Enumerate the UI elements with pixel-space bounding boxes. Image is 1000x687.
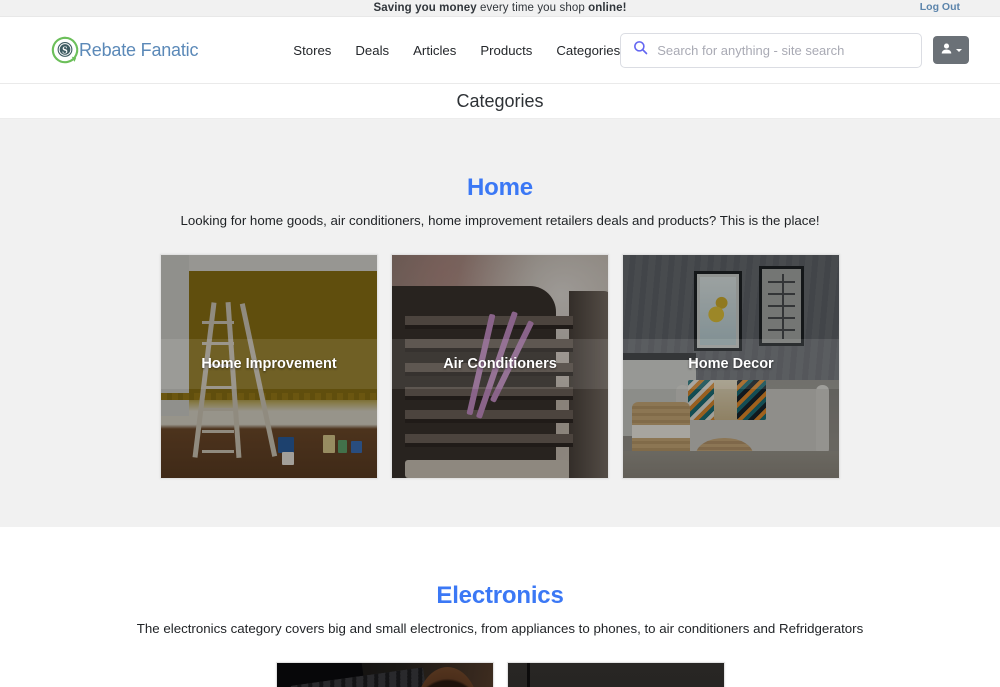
category-card-home-decor[interactable]: Home Decor — [622, 254, 840, 479]
section-description-home: Looking for home goods, air conditioners… — [180, 213, 820, 228]
site-logo[interactable]: S Rebate Fanatic — [50, 35, 201, 65]
nav-item-categories[interactable]: Categories — [556, 43, 620, 58]
announcement-bold-start: Saving you money — [373, 2, 477, 14]
section-heading-electronics: Electronics — [436, 582, 564, 609]
site-header: S Rebate Fanatic Stores Deals Articles P… — [0, 17, 1000, 84]
category-card-label: Home Improvement — [201, 356, 337, 372]
header-right-group — [620, 32, 970, 68]
search-icon — [633, 40, 648, 60]
category-section-home: Home Looking for home goods, air conditi… — [0, 119, 1000, 527]
page-title: Categories — [456, 90, 544, 111]
rebate-fanatic-logo-icon: S — [50, 35, 80, 65]
nav-item-products[interactable]: Products — [480, 43, 532, 58]
search-box[interactable] — [620, 32, 923, 68]
section-heading-home: Home — [467, 174, 533, 201]
card-label-band: Home Improvement — [161, 339, 377, 389]
nav-item-articles[interactable]: Articles — [413, 43, 456, 58]
announcement-normal-mid: every time you shop — [476, 2, 589, 14]
category-card-label: Air Conditioners — [443, 356, 557, 372]
logout-link[interactable]: Log Out — [920, 1, 960, 13]
chevron-down-icon — [956, 48, 963, 52]
logo-text: Rebate Fanatic — [79, 39, 199, 60]
card-overlay-shade — [507, 663, 724, 687]
category-card-row-electronics — [0, 662, 1000, 687]
main-navigation: Stores Deals Articles Products Categorie… — [293, 43, 620, 58]
nav-item-deals[interactable]: Deals — [355, 43, 389, 58]
category-card-label: Home Decor — [688, 356, 774, 372]
search-input[interactable] — [657, 42, 912, 58]
card-label-band: Air Conditioners — [392, 339, 608, 389]
nav-item-stores[interactable]: Stores — [293, 43, 331, 58]
announcement-bar: Saving you money every time you shop onl… — [0, 0, 1000, 17]
category-section-electronics: Electronics The electronics category cov… — [0, 527, 1000, 687]
category-card-electronics-1[interactable] — [275, 662, 494, 687]
svg-text:S: S — [62, 46, 68, 57]
section-description-electronics: The electronics category covers big and … — [136, 621, 864, 636]
card-label-band: Home Decor — [623, 339, 839, 389]
category-card-home-improvement[interactable]: Home Improvement — [160, 254, 378, 479]
category-card-electronics-2[interactable] — [506, 662, 725, 687]
page-title-band: Categories — [0, 84, 1000, 119]
announcement-text: Saving you money every time you shop onl… — [373, 2, 626, 14]
account-menu-button[interactable] — [933, 36, 970, 64]
category-card-row-home: Home Improvement Air Conditioners Home D… — [0, 254, 1000, 527]
user-icon — [940, 42, 953, 58]
card-overlay-shade — [276, 663, 493, 687]
announcement-bold-end: online! — [588, 2, 627, 14]
category-card-air-conditioners[interactable]: Air Conditioners — [391, 254, 609, 479]
